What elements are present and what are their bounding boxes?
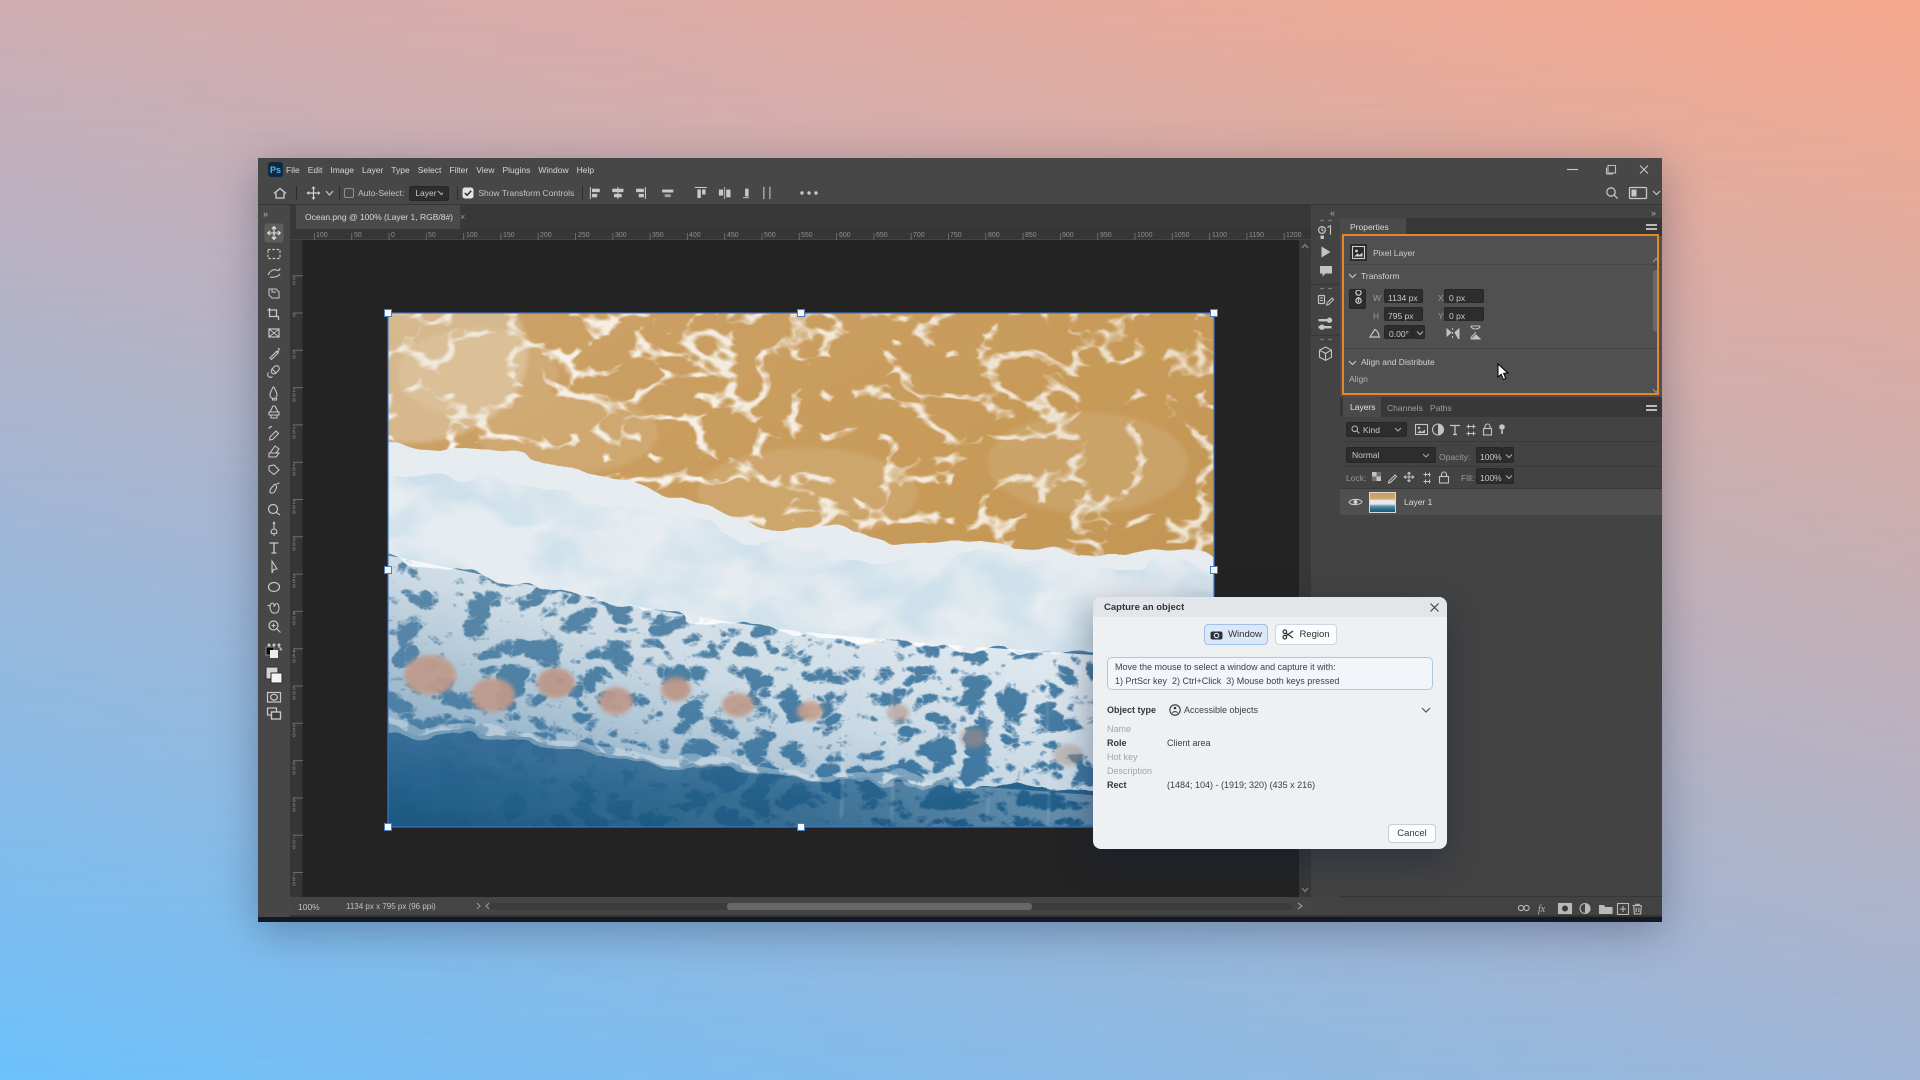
svg-text:300: 300 (291, 537, 297, 552)
svg-text:550: 550 (801, 232, 813, 239)
svg-text:350: 350 (291, 574, 297, 589)
svg-text:650: 650 (291, 798, 297, 813)
svg-text:600: 600 (839, 232, 851, 239)
svg-text:150: 150 (291, 425, 297, 440)
svg-text:450: 450 (727, 232, 739, 239)
svg-text:1200: 1200 (1286, 232, 1302, 239)
svg-text:600: 600 (291, 761, 297, 776)
svg-text:450: 450 (291, 649, 297, 664)
svg-text:400: 400 (291, 611, 297, 626)
svg-text:0: 0 (391, 232, 395, 239)
svg-text:850: 850 (1025, 232, 1037, 239)
svg-text:150: 150 (503, 232, 515, 239)
svg-text:fx: fx (1538, 904, 1546, 915)
svg-text:Ps: Ps (270, 165, 281, 175)
svg-text:250: 250 (578, 232, 590, 239)
svg-text:950: 950 (1100, 232, 1112, 239)
svg-text:200: 200 (291, 462, 297, 477)
svg-text:50: 50 (291, 350, 297, 360)
svg-text:1000: 1000 (1137, 232, 1153, 239)
svg-text:650: 650 (876, 232, 888, 239)
svg-text:50: 50 (428, 232, 436, 239)
svg-text:700: 700 (913, 232, 925, 239)
svg-text:100: 100 (466, 232, 478, 239)
svg-text:1050: 1050 (1174, 232, 1190, 239)
svg-text:100: 100 (316, 232, 328, 239)
svg-text:750: 750 (950, 232, 962, 239)
svg-text:1100: 1100 (1212, 232, 1227, 239)
svg-text:800: 800 (988, 232, 1000, 239)
svg-text:100: 100 (291, 388, 297, 403)
svg-text:1150: 1150 (1249, 232, 1264, 239)
svg-text:300: 300 (615, 232, 627, 239)
svg-text:900: 900 (1062, 232, 1074, 239)
svg-text:700: 700 (291, 835, 297, 850)
svg-text:50: 50 (354, 232, 362, 239)
svg-text:250: 250 (291, 500, 297, 515)
svg-text:500: 500 (764, 232, 776, 239)
svg-text:200: 200 (540, 232, 552, 239)
svg-text:500: 500 (291, 686, 297, 701)
svg-text:0: 0 (291, 313, 297, 318)
svg-text:400: 400 (689, 232, 701, 239)
svg-text:550: 550 (291, 723, 297, 738)
svg-text:750: 750 (291, 872, 297, 887)
svg-text:50: 50 (291, 276, 297, 286)
svg-text:350: 350 (652, 232, 664, 239)
